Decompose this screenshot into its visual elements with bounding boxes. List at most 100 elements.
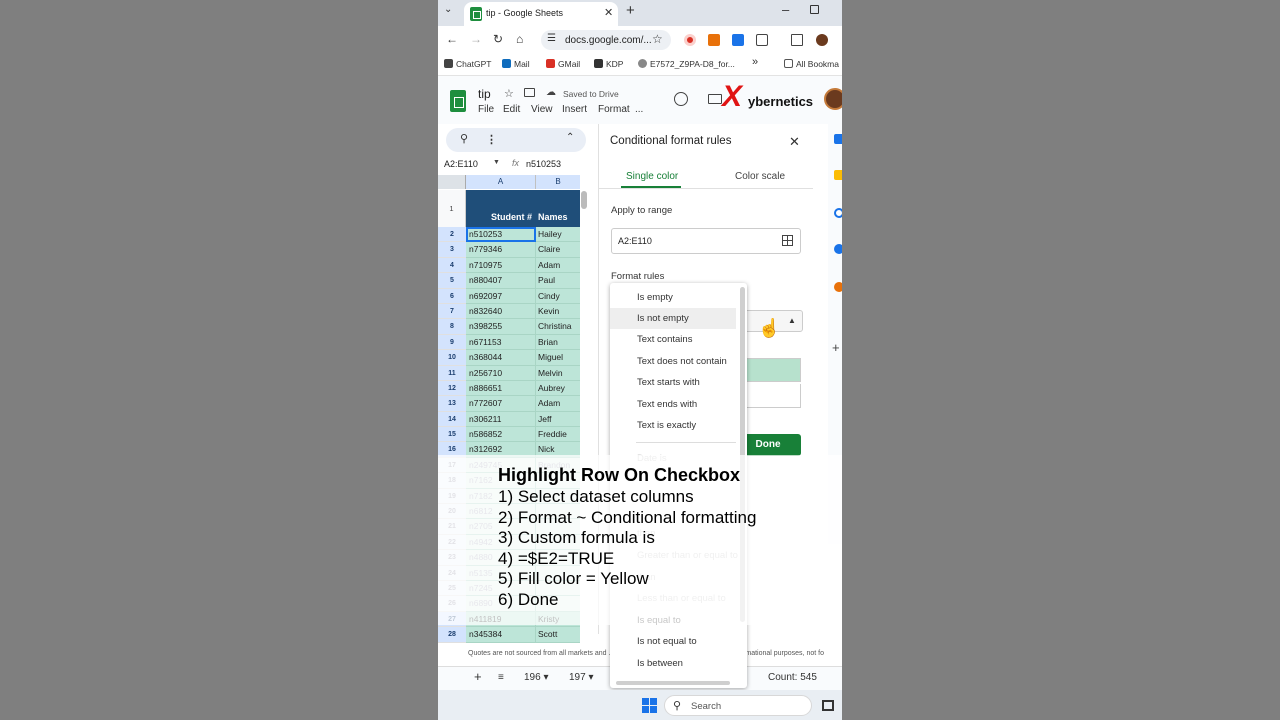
menu-format[interactable]: Format [598, 104, 630, 115]
row-number[interactable]: 15 [438, 427, 466, 443]
cell-student-id[interactable]: n671153 [466, 334, 536, 351]
row-number[interactable]: 28 [438, 627, 466, 643]
menu-insert[interactable]: Insert [562, 104, 587, 115]
close-panel-icon[interactable]: ✕ [789, 134, 800, 150]
menu-file[interactable]: File [478, 104, 494, 115]
cell-name[interactable]: Miguel [536, 350, 580, 366]
cell-student-id[interactable]: n772607 [466, 396, 536, 412]
selection-count[interactable]: Count: 545 [768, 672, 817, 683]
condition-option[interactable]: Is not empty [610, 308, 736, 329]
comments-icon[interactable] [708, 94, 722, 104]
row-number-1[interactable]: 1 [438, 190, 466, 227]
bookmark-e7572[interactable]: E7572_Z9PA-D8_for... [638, 59, 735, 69]
close-tab-icon[interactable]: ✕ [604, 6, 613, 19]
cell-name[interactable]: Hailey [536, 227, 580, 243]
move-folder-icon[interactable] [524, 88, 535, 97]
cell-name[interactable]: Aubrey [536, 380, 580, 397]
cell-name[interactable]: Kevin [536, 303, 580, 320]
cell-name[interactable]: Adam [536, 396, 580, 412]
bookmark-kdp[interactable]: KDP [594, 59, 623, 69]
cell-student-id[interactable]: n368044 [466, 350, 536, 366]
row-number[interactable]: 5 [438, 273, 466, 289]
more-bookmarks-icon[interactable]: » [752, 56, 758, 68]
forward-icon[interactable]: → [470, 32, 482, 46]
tasks-app-icon[interactable] [834, 208, 842, 218]
bookmark-chatgpt[interactable]: ChatGPT [444, 59, 491, 69]
cell-student-id[interactable]: n832640 [466, 303, 536, 320]
cell-name[interactable]: Cindy [536, 288, 580, 304]
cell-name[interactable]: Jeff [536, 411, 580, 428]
cell-name[interactable]: Paul [536, 273, 580, 289]
taskbar-app-icon[interactable] [822, 700, 834, 711]
cell-name[interactable]: Christina [536, 319, 580, 335]
add-sheet-icon[interactable]: + [474, 669, 482, 684]
taskbar-search[interactable]: ⚲ Search [664, 695, 812, 716]
collapse-chevron-icon[interactable]: ⌃ [566, 132, 574, 143]
cell-name[interactable]: Scott [536, 627, 580, 643]
cell-student-id[interactable]: n306211 [466, 411, 536, 428]
column-header-b[interactable]: B [536, 175, 580, 189]
audio-extension-icon[interactable] [732, 34, 744, 46]
menu-edit[interactable]: Edit [503, 104, 520, 115]
cell-student-id[interactable]: n779346 [466, 242, 536, 258]
megaphone-extension-icon[interactable] [708, 34, 720, 46]
url-bar[interactable]: ☰ docs.google.com/... ☆ [541, 30, 671, 50]
sheet-tab-196[interactable]: 196 ▾ [524, 672, 549, 683]
sheet-tab-197[interactable]: 197 ▾ [569, 672, 594, 683]
cell-name[interactable]: Freddie [536, 427, 580, 443]
row-number[interactable]: 14 [438, 411, 466, 428]
document-title[interactable]: tip [478, 87, 491, 101]
site-info-icon[interactable]: ☰ [547, 33, 556, 44]
tab-search-icon[interactable]: ⌄ [444, 4, 452, 15]
select-all-corner[interactable] [438, 175, 466, 189]
row-number[interactable]: 8 [438, 319, 466, 335]
select-range-grid-icon[interactable] [782, 235, 793, 246]
condition-option[interactable]: Text contains [610, 329, 736, 350]
minimize-icon[interactable]: – [782, 2, 789, 17]
cell-student-id[interactable]: n692097 [466, 288, 536, 304]
back-icon[interactable]: ← [446, 32, 458, 46]
home-icon[interactable]: ⌂ [516, 32, 523, 46]
cell-name[interactable]: Brian [536, 334, 580, 351]
row-number[interactable]: 2 [438, 227, 466, 243]
condition-option[interactable]: Is empty [610, 287, 736, 308]
row-number[interactable]: 12 [438, 380, 466, 397]
menu-view[interactable]: View [531, 104, 553, 115]
bookmark-gmail[interactable]: GMail [546, 59, 580, 69]
cell-name[interactable]: Claire [536, 242, 580, 258]
row-number[interactable]: 11 [438, 365, 466, 381]
tab-color-scale[interactable]: Color scale [735, 171, 785, 182]
maximize-icon[interactable] [810, 5, 819, 14]
dropdown-horizontal-scrollbar[interactable] [616, 681, 730, 685]
cell-name[interactable]: Adam [536, 257, 580, 274]
new-tab-icon[interactable]: + [626, 2, 635, 19]
row-number[interactable]: 9 [438, 334, 466, 351]
profile-avatar[interactable] [816, 34, 828, 46]
cell-student-id[interactable]: n710975 [466, 257, 536, 274]
menu-more[interactable]: ... [635, 104, 643, 115]
row-number[interactable]: 10 [438, 350, 466, 366]
contacts-app-icon[interactable] [834, 244, 842, 254]
condition-option[interactable]: Text does not contain [610, 351, 736, 372]
name-box[interactable]: A2:E110 [444, 159, 478, 169]
condition-option[interactable]: Text ends with [610, 394, 736, 415]
range-input[interactable]: A2:E110 [611, 228, 801, 254]
star-icon[interactable]: ☆ [504, 87, 514, 100]
vertical-scrollbar[interactable] [581, 191, 587, 209]
tab-single-color[interactable]: Single color [626, 171, 678, 182]
side-panel-icon[interactable] [791, 34, 803, 46]
reload-icon[interactable]: ↻ [493, 32, 503, 46]
condition-option[interactable]: Is not equal to [610, 631, 736, 652]
menu-search-bar[interactable]: ⚲ ⋮ ⌃ [446, 128, 586, 152]
sheets-logo-icon[interactable] [450, 90, 466, 112]
maps-app-icon[interactable] [834, 282, 842, 292]
cell-student-id[interactable]: n880407 [466, 273, 536, 289]
header-cell-student[interactable]: Student # [466, 190, 536, 227]
bookmark-star-icon[interactable]: ☆ [652, 32, 663, 46]
condition-option[interactable]: Is between [610, 653, 736, 674]
row-number[interactable]: 7 [438, 303, 466, 320]
row-number[interactable]: 3 [438, 242, 466, 258]
condition-option[interactable]: Text is exactly [610, 415, 736, 436]
more-options-icon[interactable]: ⋮ [486, 133, 497, 146]
search-icon[interactable]: ⚲ [460, 132, 468, 145]
